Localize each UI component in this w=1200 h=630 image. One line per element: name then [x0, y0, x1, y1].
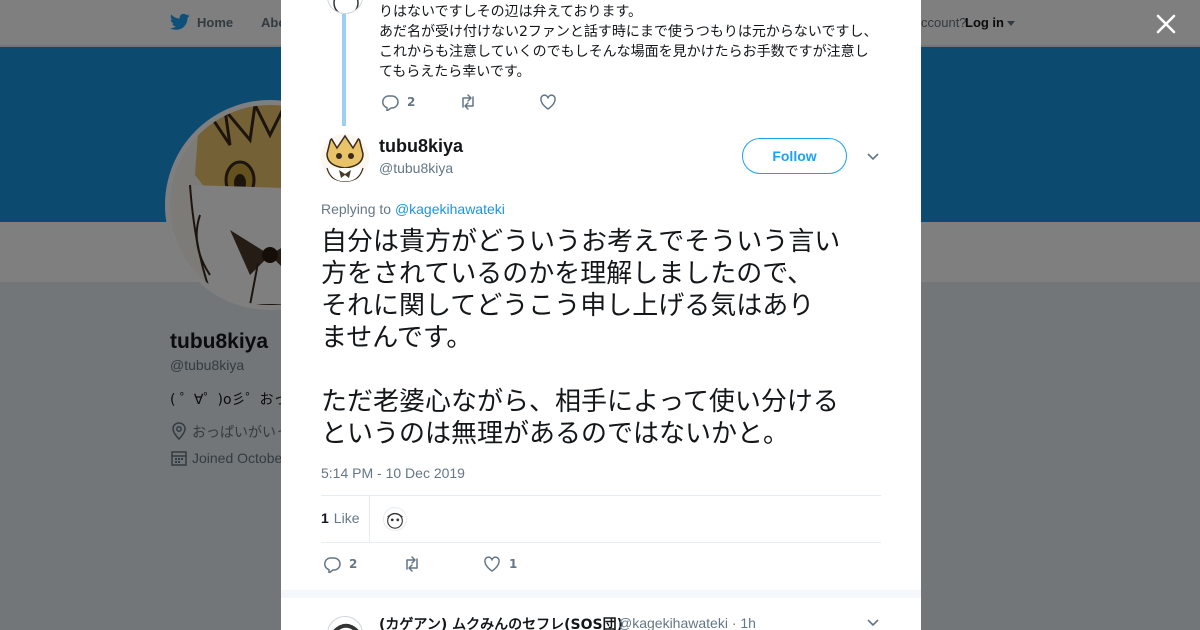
reply-count: 2 — [349, 557, 358, 571]
author-handle[interactable]: @tubu8kiya — [379, 160, 453, 176]
author-name[interactable]: tubu8kiya — [379, 136, 463, 157]
likes-count: 1 — [321, 510, 329, 526]
next-tweet-time[interactable]: · 1h — [732, 615, 756, 630]
chevron-down-icon[interactable] — [866, 618, 880, 628]
retweet-icon — [462, 94, 474, 110]
next-tweet-handle: @kagekihawateki — [618, 615, 728, 630]
replying-prefix: Replying to — [321, 201, 392, 217]
next-tweet-author-name[interactable]: (カゲアン) ムクみんのセフレ(SOS団) — [379, 614, 623, 630]
stats-divider — [369, 496, 370, 542]
tweet-text-line: ませんです。 — [321, 323, 473, 353]
tweet-stats: 1 Like — [321, 495, 881, 543]
liker-avatar[interactable] — [383, 507, 407, 531]
tweet-text-line: てもらえたら幸いです。 — [379, 64, 531, 80]
retweet-icon — [406, 556, 418, 572]
next-tweet-author-handle[interactable]: @kagekihawateki · 1h — [618, 615, 756, 630]
tweet-text-line: というのは無理があるのではないかと。 — [321, 419, 790, 449]
replying-to: Replying to @kagekihawateki — [321, 201, 505, 217]
likes-stat[interactable]: 1 Like — [321, 510, 359, 526]
tweet-modal: りはないですしその辺は弁えております。 あだ名が受け付けない2ファンと話す時にま… — [281, 0, 921, 630]
reply-icon — [323, 557, 341, 573]
avatar-illustration — [321, 134, 369, 182]
tweet-text-line: りはないですしその辺は弁えております。 — [379, 4, 643, 20]
tweet-text-line: それに関してどうこう申し上げる気はあり — [321, 291, 815, 321]
tweet-timestamp[interactable]: 5:14 PM - 10 Dec 2019 — [321, 465, 465, 481]
reply-button[interactable]: 2 — [323, 555, 403, 573]
reply-count: 2 — [407, 95, 416, 109]
heart-icon — [540, 94, 556, 110]
avatar-illustration — [333, 623, 359, 630]
tweet-actions: 2 1 — [323, 555, 517, 573]
follow-button[interactable]: Follow — [742, 138, 847, 174]
heart-icon — [484, 556, 500, 572]
like-button[interactable]: 1 — [483, 555, 517, 573]
like-button[interactable] — [539, 93, 565, 111]
next-tweet-avatar[interactable] — [327, 616, 363, 630]
replying-handle-link[interactable]: @kagekihawateki — [395, 201, 505, 217]
reply-button[interactable]: 2 — [381, 93, 459, 111]
close-icon[interactable] — [1152, 10, 1180, 38]
replies-separator — [281, 590, 921, 598]
tweet-text-line: 自分は貴方がどういうお考えでそういう言い — [321, 227, 841, 257]
retweet-button[interactable] — [403, 555, 483, 573]
tweet-text-line: これからも注意していくのでもしそんな場面を見かけたらお手数ですが注意し — [379, 44, 869, 60]
avatar-illustration — [387, 512, 403, 529]
chevron-down-icon[interactable] — [866, 152, 880, 162]
reply-icon — [381, 95, 399, 111]
likes-label: Like — [333, 510, 360, 526]
author-avatar[interactable] — [321, 134, 369, 182]
tweet-text-line: あだ名が受け付けない2ファンと話す時にまで使うつもりは元からないですし、 — [379, 24, 878, 40]
tweet-text: 自分は貴方がどういうお考えでそういう言い 方をされているのかを理解しましたので、… — [321, 226, 891, 450]
thread-line — [342, 14, 346, 126]
previous-tweet-actions: 2 — [381, 93, 565, 111]
tweet-text-line: ただ老婆心ながら、相手によって使い分ける — [321, 387, 839, 417]
previous-tweet-text: りはないですしその辺は弁えております。 あだ名が受け付けない2ファンと話す時にま… — [379, 2, 879, 82]
tweet-text-line: 方をされているのかを理解しましたので、 — [321, 259, 814, 289]
retweet-button[interactable] — [459, 93, 539, 111]
previous-tweet-avatar[interactable] — [327, 0, 363, 14]
like-count: 1 — [509, 557, 518, 571]
avatar-illustration — [333, 0, 359, 13]
